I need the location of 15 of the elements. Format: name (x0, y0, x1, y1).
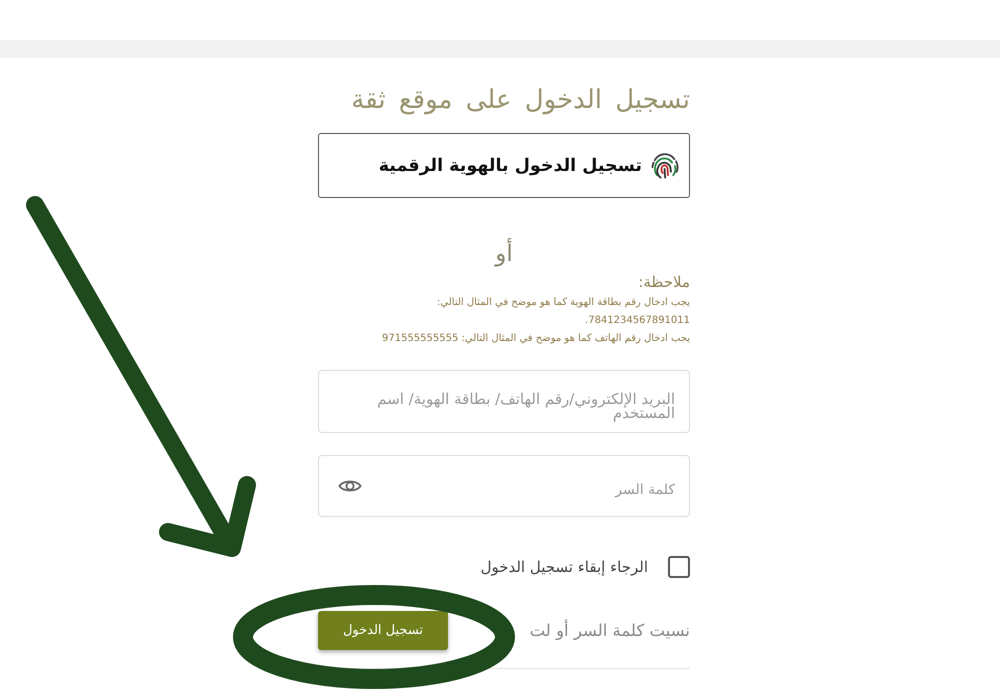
note-text: يجب ادخال رقم بطاقة الهوية كما هو موضح في المثال التالي: (437, 296, 690, 309)
forgot-password-link[interactable]: نسيت كلمة السر أو لت (530, 621, 690, 640)
eye-icon[interactable] (338, 478, 362, 494)
remember-me-checkbox[interactable] (668, 556, 690, 578)
password-input-field[interactable]: كلمة السر (318, 455, 690, 517)
note-text: 7841234567891011. (585, 314, 690, 327)
fingerprint-icon (649, 150, 679, 180)
remember-me-label: الرجاء إبقاء تسجيل الدخول (480, 558, 648, 576)
digital-id-login-button[interactable]: تسجيل الدخول بالهوية الرقمية (318, 133, 690, 198)
login-button[interactable]: تسجيل الدخول (318, 611, 448, 650)
note-heading: ملاحظة: (638, 273, 690, 291)
note-text: يجب ادخال رقم الهاتف كما هو موضح في المثال التالي: 971555555555 (382, 332, 690, 345)
page-title: تسجيل الدخول على موقع ثقة (351, 84, 690, 116)
or-separator-text: أو (495, 240, 513, 268)
username-input-field[interactable]: البريد الإلكتروني/رقم الهاتف/ بطاقة الهوية/ اسم المستخدم (318, 370, 690, 433)
